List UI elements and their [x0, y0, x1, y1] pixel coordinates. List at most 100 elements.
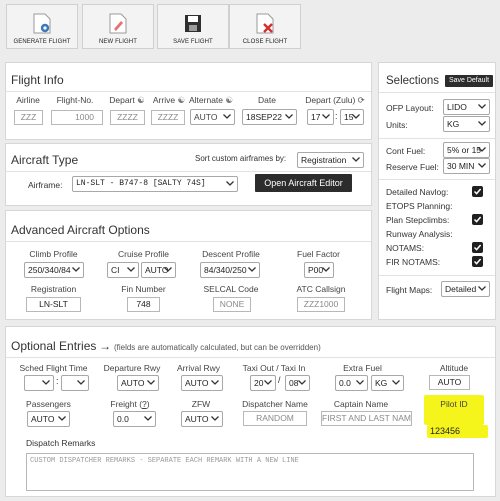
date-select[interactable]: 18SEP22: [242, 109, 297, 125]
divider: [6, 357, 495, 358]
climb-profile-header: Climb Profile: [29, 249, 78, 259]
cont-fuel-select[interactable]: 5% or 15: [443, 142, 490, 158]
passengers-select[interactable]: AUTO: [27, 411, 70, 427]
new-flight-button[interactable]: NEW FLIGHT: [82, 4, 154, 49]
depart-input[interactable]: ZZZZ: [110, 110, 145, 125]
chevron-down-icon: [76, 376, 86, 390]
aircraft-type-panel: Aircraft Type Sort custom airframes by: …: [5, 143, 372, 206]
generate-flight-button[interactable]: GENERATE FLIGHT: [6, 4, 78, 49]
cruise-mode-select[interactable]: AUTO: [141, 262, 176, 278]
chevron-down-icon: [210, 412, 220, 426]
detailed-navlog-checkbox[interactable]: [472, 186, 483, 197]
sched-flight-time-header: Sched Flight Time: [19, 363, 88, 373]
fin-number-input[interactable]: 748: [127, 297, 160, 312]
option-label: ETOPS Planning:: [386, 201, 453, 211]
registration-header: Registration: [30, 284, 77, 294]
refresh-icon[interactable]: ⟳: [358, 95, 365, 105]
sort-select[interactable]: Registration: [297, 152, 364, 168]
chevron-down-icon: [146, 376, 156, 390]
open-aircraft-editor-button[interactable]: Open Aircraft Editor: [255, 174, 352, 192]
departure-rwy-select[interactable]: AUTO: [117, 375, 159, 391]
chevron-down-icon: [225, 177, 235, 191]
descent-profile-header: Descent Profile: [202, 249, 260, 259]
close-flight-button[interactable]: CLOSE FLIGHT: [229, 4, 301, 49]
depart-hour-select[interactable]: 17: [307, 109, 334, 125]
chevron-down-icon: [143, 412, 153, 426]
pilot-id-input[interactable]: 123456: [430, 426, 460, 436]
atc-callsign-header: ATC Callsign: [296, 284, 346, 294]
fuel-factor-select[interactable]: P00: [304, 262, 334, 278]
flight-maps-select[interactable]: Detailed: [441, 281, 490, 297]
option-label: Runway Analysis:: [386, 229, 453, 239]
chevron-down-icon: [126, 263, 136, 277]
close-flight-label: CLOSE FLIGHT: [242, 39, 288, 45]
generate-flight-icon: [33, 13, 51, 34]
option-label: Detailed Navlog:: [386, 187, 449, 197]
divider: [6, 91, 371, 92]
divider: [379, 275, 495, 276]
divider: [379, 179, 495, 180]
arrival-rwy-select[interactable]: AUTO: [181, 375, 223, 391]
descent-profile-select[interactable]: 84/340/250: [200, 262, 260, 278]
chevron-down-icon: [477, 100, 487, 114]
extra-fuel-unit-select[interactable]: KG: [371, 375, 404, 391]
divider: [6, 171, 371, 172]
selections-panel: Selections Save Default OFP Layout: LIDO…: [378, 62, 496, 320]
new-flight-icon: [109, 13, 127, 34]
registration-input[interactable]: LN-SLT: [26, 297, 81, 312]
divider: [6, 241, 371, 242]
selcal-input[interactable]: NONE: [213, 297, 251, 312]
taxi-out-select[interactable]: 20: [250, 375, 276, 391]
chevron-down-icon: [163, 263, 173, 277]
etops-planning-checkbox[interactable]: [472, 200, 483, 211]
flight-maps-label: Flight Maps:: [386, 285, 433, 295]
depart-header: Depart ☯: [109, 95, 145, 105]
climb-profile-select[interactable]: 250/340/84: [24, 262, 84, 278]
ofp-layout-select[interactable]: LIDO: [443, 99, 490, 115]
chevron-down-icon: [41, 376, 51, 390]
chevron-down-icon: [247, 263, 257, 277]
flight-no-header: Flight-No.: [56, 95, 94, 105]
chevron-down-icon: [71, 263, 81, 277]
freight-select[interactable]: 0.0: [113, 411, 156, 427]
flight-no-input[interactable]: 1000: [51, 110, 103, 125]
dispatcher-name-header: Dispatcher Name: [242, 399, 308, 409]
altitude-header: Altitude: [439, 363, 469, 373]
sched-hours-select[interactable]: [24, 375, 54, 391]
atc-callsign-input[interactable]: ZZZ1000: [297, 297, 345, 312]
save-default-button[interactable]: Save Default: [445, 75, 493, 87]
airframe-select[interactable]: LN-SLT - B747-8 [SALTY 74S]: [72, 176, 238, 192]
departure-rwy-header: Departure Rwy: [103, 363, 161, 373]
chevron-down-icon: [391, 376, 401, 390]
chevron-down-icon: [477, 282, 487, 296]
notams-checkbox[interactable]: [472, 242, 483, 253]
depart-minute-select[interactable]: 15: [340, 109, 364, 125]
alternate-select[interactable]: AUTO: [190, 109, 235, 125]
flight-info-title: Flight Info: [11, 73, 64, 87]
chevron-down-icon: [284, 110, 294, 124]
divider: [379, 92, 495, 93]
altitude-input[interactable]: AUTO: [429, 375, 470, 390]
advanced-options-title: Advanced Aircraft Options: [11, 223, 150, 237]
runway-analysis-checkbox[interactable]: [472, 228, 483, 239]
optional-entries-heading: Optional Entries → (fields are automatic…: [11, 339, 321, 353]
plan-stepclimbs-checkbox[interactable]: [472, 214, 483, 225]
cruise-profile-select[interactable]: CI: [107, 262, 139, 278]
dispatch-remarks-textarea[interactable]: CUSTOM DISPATCHER REMARKS - SEPARATE EAC…: [26, 453, 474, 491]
arrive-input[interactable]: ZZZZ: [151, 110, 185, 125]
zfw-select[interactable]: AUTO: [181, 411, 223, 427]
taxi-separator: /: [278, 375, 281, 385]
reserve-fuel-select[interactable]: 30 MIN: [443, 158, 490, 174]
captain-name-input[interactable]: FIRST AND LAST NAM: [321, 411, 412, 426]
airline-input[interactable]: ZZZ: [14, 110, 43, 125]
info-icon: ☯: [137, 95, 145, 105]
info-icon: ☯: [177, 95, 186, 105]
ofp-layout-label: OFP Layout:: [386, 103, 434, 113]
save-flight-button[interactable]: SAVE FLIGHT: [157, 4, 229, 49]
sched-minutes-select[interactable]: [61, 375, 89, 391]
fir-notams-checkbox[interactable]: [472, 256, 483, 267]
extra-fuel-select[interactable]: 0.0: [335, 375, 368, 391]
taxi-in-select[interactable]: 08: [285, 375, 310, 391]
units-select[interactable]: KG: [443, 116, 490, 132]
dispatcher-name-input[interactable]: RANDOM: [243, 411, 307, 426]
